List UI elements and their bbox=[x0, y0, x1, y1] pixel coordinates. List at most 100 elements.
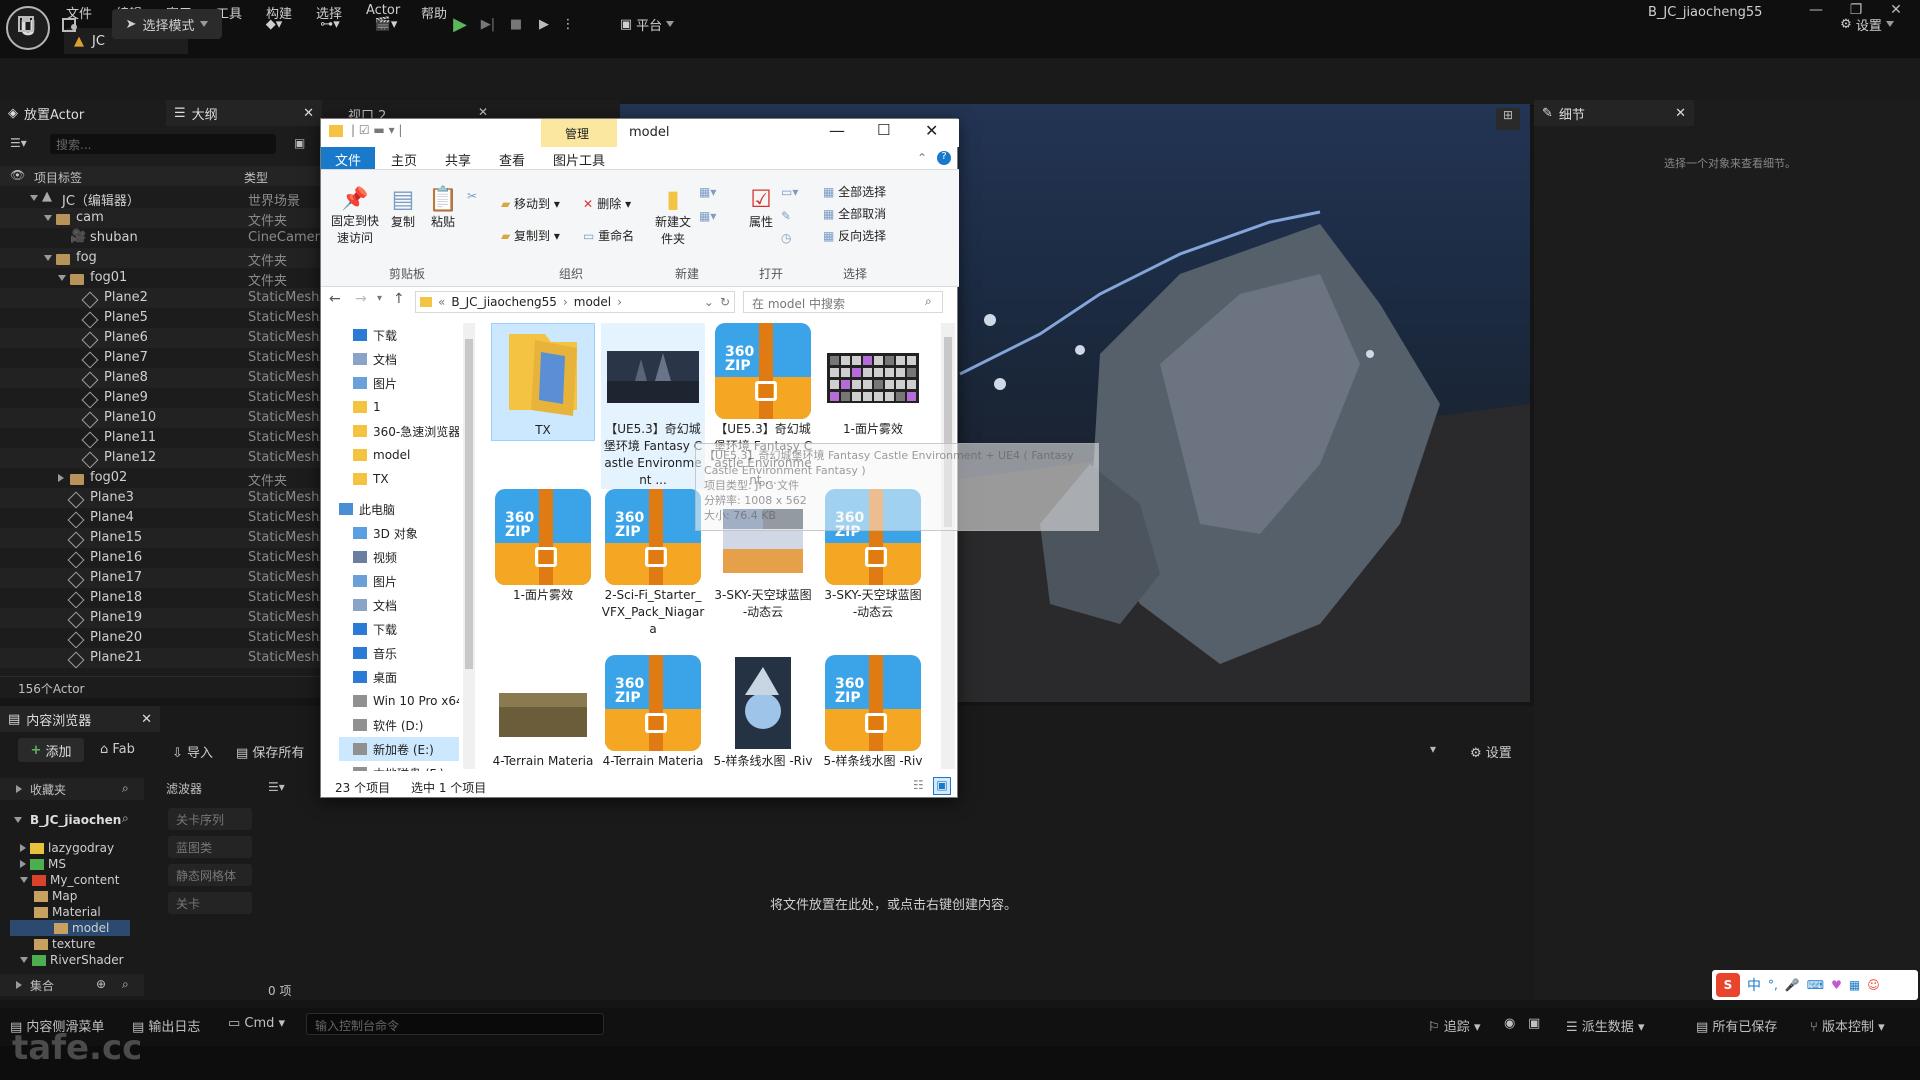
address-bar[interactable]: « B_JC_jiaocheng55 › model › ⌄ ↻ bbox=[415, 291, 735, 313]
outliner-row[interactable]: Plane17 StaticMeshA bbox=[0, 568, 328, 588]
folder-tree-item[interactable]: texture bbox=[34, 936, 95, 952]
outliner-row[interactable]: Plane4 StaticMeshA bbox=[0, 508, 328, 528]
outliner-row[interactable]: Plane12 StaticMeshA bbox=[0, 448, 328, 468]
select-none-button[interactable]: ▦ 全部取消 bbox=[823, 205, 886, 222]
explorer-search-input[interactable]: 在 model 中搜索 bbox=[743, 291, 943, 313]
tab-picture-tools[interactable]: 图片工具 bbox=[553, 147, 605, 169]
tab-share[interactable]: 共享 bbox=[445, 147, 471, 169]
minimize-icon[interactable]: — bbox=[829, 121, 845, 140]
refresh-icon[interactable]: ↻ bbox=[720, 295, 730, 309]
nav-item[interactable]: 3D 对象 bbox=[339, 521, 459, 545]
folder-tree-item[interactable]: RiverShader bbox=[20, 952, 124, 968]
breadcrumb-model[interactable]: model bbox=[574, 295, 611, 309]
save-all-button[interactable]: ▤ 保存所有 bbox=[236, 742, 304, 761]
outliner-row[interactable]: Plane9 StaticMeshA bbox=[0, 388, 328, 408]
maximize-viewport-icon[interactable]: ⊞ bbox=[1496, 108, 1520, 130]
skin-icon[interactable]: ♥ bbox=[1831, 978, 1842, 992]
outliner-row[interactable]: Plane8 StaticMeshA bbox=[0, 368, 328, 388]
back-icon[interactable]: ← bbox=[329, 291, 341, 307]
file-item[interactable]: 360ZIP 4-Terrain Materials VOL.2 bbox=[601, 655, 705, 771]
add-button[interactable]: + 添加 bbox=[18, 738, 84, 762]
file-item[interactable]: 【UE5.3】奇幻城堡环境 Fantasy Castle Environment… bbox=[601, 323, 705, 489]
add-folder-icon[interactable]: ▣ bbox=[294, 136, 305, 150]
close-tab-icon[interactable]: ✕ bbox=[1675, 106, 1686, 121]
copy-to-button[interactable]: ▰ 复制到 ▾ bbox=[501, 227, 560, 244]
eject-icon[interactable]: ▶ bbox=[532, 9, 556, 39]
outliner-row[interactable]: Plane20 StaticMeshA bbox=[0, 628, 328, 648]
quick-access-toolbar[interactable]: | ☑ ▬ ▾ | bbox=[351, 123, 402, 137]
nav-item[interactable]: 软件 (D:) bbox=[339, 713, 459, 737]
invert-selection-button[interactable]: ▦ 反向选择 bbox=[823, 227, 886, 244]
close-icon[interactable]: ✕ bbox=[925, 121, 938, 140]
nav-item[interactable]: Win 10 Pro x64 bbox=[339, 689, 459, 713]
move-to-button[interactable]: ▰ 移动到 ▾ bbox=[501, 195, 560, 212]
face-icon[interactable]: ☺ bbox=[1867, 978, 1880, 992]
folder-tree-item[interactable]: model bbox=[10, 920, 130, 936]
file-item[interactable]: 1-面片雾效 bbox=[821, 323, 925, 438]
folder-tree-item[interactable]: lazygodray bbox=[20, 840, 114, 856]
nav-item[interactable]: model bbox=[339, 443, 459, 467]
file-item[interactable]: TX bbox=[491, 323, 595, 441]
nav-scrollbar[interactable] bbox=[463, 323, 475, 769]
filter-dropdown-icon[interactable]: ☰▾ bbox=[268, 780, 285, 794]
outliner-row[interactable]: Plane6 StaticMeshA bbox=[0, 328, 328, 348]
filter-icon[interactable]: ☰▾ bbox=[10, 136, 27, 150]
punct-icon[interactable]: °, bbox=[1768, 978, 1778, 992]
import-button[interactable]: ⇩ 导入 bbox=[172, 742, 213, 761]
paste-button[interactable]: 📋 粘贴 bbox=[423, 185, 463, 230]
screenshot-icon[interactable]: ▣ bbox=[1528, 1016, 1540, 1031]
outliner-row[interactable]: cam 文件夹 bbox=[0, 208, 322, 229]
console-input[interactable]: 输入控制台命令 bbox=[306, 1013, 604, 1035]
breadcrumb-root[interactable]: B_JC_jiaocheng55 bbox=[451, 295, 557, 309]
search-icon[interactable]: ⌕ bbox=[122, 811, 129, 826]
outliner-row[interactable]: Plane11 StaticMeshA bbox=[0, 428, 328, 448]
chevron-right-icon[interactable] bbox=[20, 860, 26, 868]
place-actor-tab[interactable]: ◈ 放置Actor bbox=[0, 100, 166, 126]
file-item[interactable]: 360 ZIP 2-Sci-Fi_Starter_VFX_Pack_Niagara bbox=[601, 489, 705, 638]
outliner-row[interactable]: 🎥 shuban CineCamera bbox=[0, 228, 328, 248]
select-mode-button[interactable]: ➤ 选择模式 bbox=[112, 9, 222, 39]
outliner-row[interactable]: Plane7 StaticMeshA bbox=[0, 348, 328, 368]
delete-button[interactable]: ✕ 删除 ▾ bbox=[583, 195, 631, 212]
chevron-down-icon[interactable] bbox=[20, 957, 28, 963]
maximize-icon[interactable]: ☐ bbox=[877, 121, 890, 139]
record-icon[interactable]: ◉ bbox=[1504, 1016, 1515, 1031]
nav-item[interactable]: 桌面 bbox=[339, 665, 459, 689]
nav-item[interactable]: 图片📌 bbox=[339, 371, 459, 395]
manage-tab[interactable]: 管理 bbox=[541, 119, 617, 147]
favorites-header[interactable]: 收藏夹 ⌕ bbox=[0, 778, 144, 800]
outliner-row[interactable]: Plane5 StaticMeshA bbox=[0, 308, 328, 328]
step-icon[interactable]: ▶| bbox=[476, 9, 500, 39]
platform-button[interactable]: ▣ 平台 bbox=[612, 9, 682, 39]
tab-home[interactable]: 主页 bbox=[391, 147, 417, 169]
filter-level[interactable]: 关卡 bbox=[168, 892, 252, 914]
play-icon[interactable]: ▶ bbox=[448, 9, 472, 39]
ime-lang[interactable]: 中 bbox=[1747, 975, 1761, 995]
nav-item[interactable]: 本地磁盘 (F:) bbox=[339, 761, 459, 771]
more-options-icon[interactable]: ⋮ bbox=[560, 9, 576, 39]
nav-item[interactable]: 音乐 bbox=[339, 641, 459, 665]
nav-scroll-thumb[interactable] bbox=[465, 339, 473, 669]
address-dropdown-icon[interactable]: ⌄ bbox=[704, 295, 714, 309]
col-type-header[interactable]: 类型 bbox=[244, 169, 268, 186]
chevron-down-icon[interactable] bbox=[44, 215, 52, 221]
outliner-row[interactable]: Plane18 StaticMeshA bbox=[0, 588, 328, 608]
pin-quick-access-button[interactable]: 📌 固定到快速访问 bbox=[327, 187, 383, 246]
folder-tree-item[interactable]: Map bbox=[34, 888, 77, 904]
all-saved-button[interactable]: ▤ 所有已保存 bbox=[1696, 1016, 1777, 1035]
details-view-icon[interactable]: ☷ bbox=[913, 778, 924, 792]
nav-item[interactable]: 文档📌 bbox=[339, 347, 459, 371]
settings-button[interactable]: ⚙ 设置 bbox=[1830, 9, 1904, 39]
nav-item[interactable]: 1 bbox=[339, 395, 459, 419]
folder-tree-item[interactable]: My_content bbox=[20, 872, 119, 888]
folder-tree-item[interactable]: Material bbox=[34, 904, 101, 920]
collections-header[interactable]: 集合 ⊕ ⌕ bbox=[0, 974, 144, 996]
up-icon[interactable]: ↑ bbox=[393, 291, 405, 307]
file-item[interactable]: 360 ZIP 1-面片雾效 bbox=[491, 489, 595, 604]
recent-dropdown-icon[interactable]: ▾ bbox=[377, 293, 382, 304]
outliner-tab[interactable]: ☰ 大纲 ✕ bbox=[166, 100, 322, 126]
copy-button[interactable]: ▤ 复制 bbox=[383, 185, 423, 230]
outliner-row[interactable]: fog02 文件夹 bbox=[0, 468, 322, 489]
close-tab-icon[interactable]: ✕ bbox=[141, 712, 152, 727]
grid-scrollbar[interactable] bbox=[941, 323, 955, 769]
